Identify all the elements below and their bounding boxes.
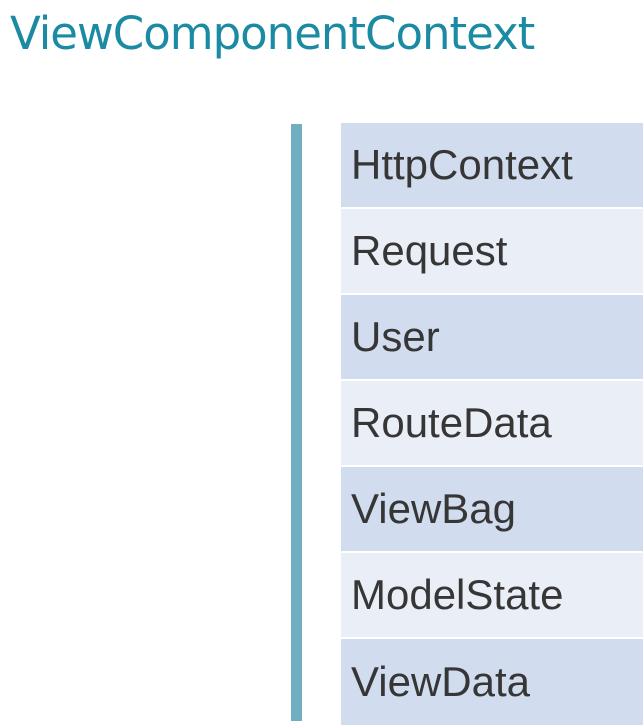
- list-item-request: Request: [341, 209, 643, 293]
- list-item-viewdata: ViewData: [341, 639, 643, 725]
- slide-title: ViewComponentContext: [10, 7, 535, 60]
- list-item-viewbag: ViewBag: [341, 467, 643, 551]
- list-item-httpcontext: HttpContext: [341, 123, 643, 207]
- context-properties-list: HttpContext Request User RouteData ViewB…: [341, 123, 643, 725]
- list-item-user: User: [341, 295, 643, 379]
- list-item-routedata: RouteData: [341, 381, 643, 465]
- hierarchy-connector-bar: [291, 124, 302, 721]
- list-item-modelstate: ModelState: [341, 553, 643, 637]
